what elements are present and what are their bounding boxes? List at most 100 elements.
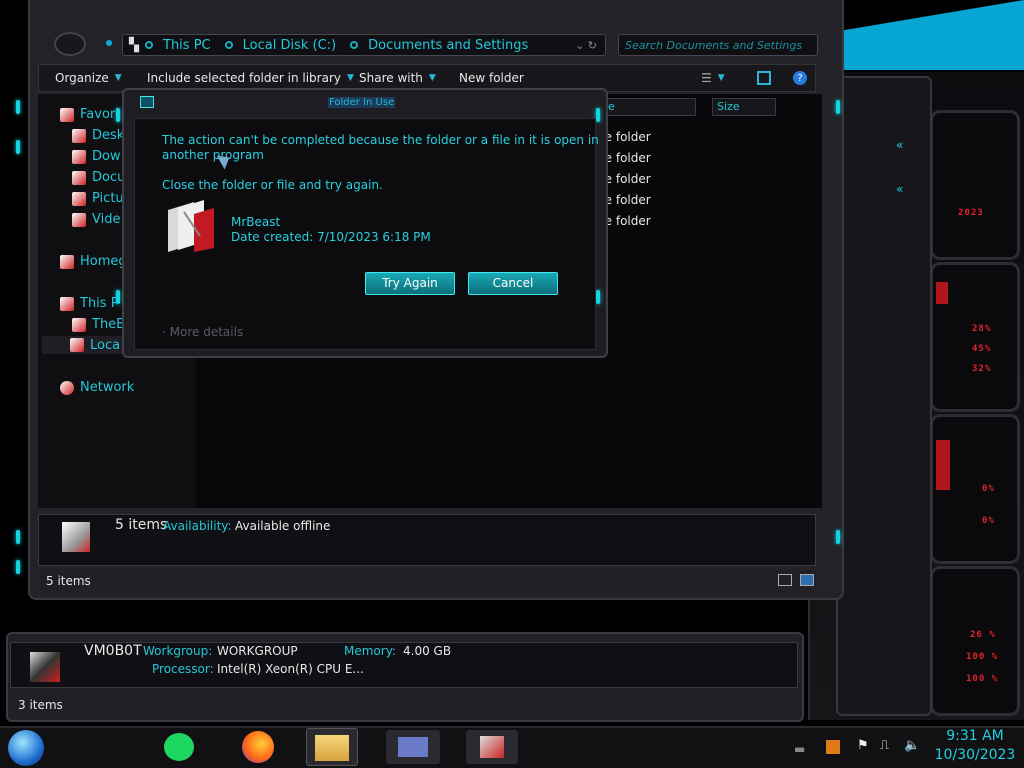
status-bar: 3 items bbox=[10, 694, 798, 716]
column-header-type[interactable]: pe bbox=[596, 98, 696, 116]
nav-documents[interactable]: Docu bbox=[72, 170, 125, 185]
file-name: MrBeast bbox=[231, 215, 281, 229]
volume-icon[interactable]: 🔈 bbox=[904, 738, 920, 753]
desktop-icon bbox=[72, 128, 86, 143]
details-availability-label: Availability: bbox=[163, 519, 232, 533]
nav-label: This P bbox=[80, 296, 119, 311]
new-folder-label: New folder bbox=[459, 71, 524, 85]
more-details-label: More details bbox=[169, 325, 244, 339]
gadget-panel bbox=[930, 110, 1020, 260]
file-date: Date created: 7/10/2023 6:18 PM bbox=[231, 230, 431, 244]
nav-this-pc[interactable]: This P bbox=[60, 296, 119, 311]
control-panel-icon bbox=[398, 737, 428, 757]
network-icon bbox=[60, 380, 74, 395]
download-icon bbox=[72, 149, 86, 164]
status-bar: 5 items bbox=[38, 570, 816, 592]
try-again-button[interactable]: Try Again bbox=[365, 272, 455, 295]
firefox-icon[interactable] bbox=[242, 731, 274, 763]
status-text: 3 items bbox=[18, 698, 63, 712]
clock-time[interactable]: 9:31 AM bbox=[928, 728, 1022, 744]
nav-favorites[interactable]: Favori bbox=[60, 107, 119, 122]
chevron-down-icon: ▼ bbox=[717, 73, 725, 83]
chevron-icon: · bbox=[162, 325, 166, 339]
cancel-button[interactable]: Cancel bbox=[468, 272, 558, 295]
refresh-icon[interactable]: ⌄ ↻ bbox=[575, 39, 597, 52]
processor-label: Processor: bbox=[152, 662, 214, 676]
memory-label: Memory: bbox=[344, 644, 396, 658]
background-window bbox=[836, 76, 932, 716]
nav-label: Desk bbox=[92, 128, 125, 143]
computer-icon bbox=[30, 652, 60, 682]
window-accent bbox=[596, 108, 600, 122]
action-center-flag-icon[interactable]: ⚑ bbox=[857, 738, 869, 753]
folder-icon bbox=[315, 735, 349, 761]
show-hidden-icons-icon[interactable]: ▬ bbox=[794, 742, 805, 756]
more-details-toggle[interactable]: · More details bbox=[162, 325, 243, 339]
workgroup-label: Workgroup: bbox=[143, 644, 213, 658]
network-tray-icon[interactable]: ⎍ bbox=[880, 738, 889, 753]
java-tray-icon[interactable] bbox=[826, 740, 840, 754]
organize-button[interactable]: Organize ▼ bbox=[55, 71, 122, 85]
gadget-graph bbox=[936, 440, 950, 490]
window-accent bbox=[16, 530, 20, 544]
nav-label: Favori bbox=[80, 107, 119, 122]
folder-thumbnail-icon bbox=[62, 522, 90, 552]
chevron-down-icon: ▼ bbox=[346, 73, 354, 83]
video-icon bbox=[72, 212, 86, 227]
nav-network[interactable]: Network bbox=[60, 380, 134, 395]
address-bar[interactable]: ▚ This PC Local Disk (C:) Documents and … bbox=[122, 34, 606, 56]
breadcrumb-local-disk[interactable]: Local Disk (C:) bbox=[224, 38, 336, 53]
details-count: 5 items bbox=[115, 517, 168, 533]
alien-app-taskbar-button[interactable] bbox=[466, 730, 518, 764]
folder-thumbnail-icon bbox=[164, 200, 216, 252]
large-icons-view-icon[interactable] bbox=[800, 574, 814, 586]
forward-dot-icon[interactable] bbox=[106, 40, 112, 46]
view-options-icon[interactable]: ☰ ▼ bbox=[701, 71, 725, 85]
breadcrumb-label: Documents and Settings bbox=[368, 37, 529, 53]
search-input[interactable]: Search Documents and Settings bbox=[618, 34, 818, 56]
breadcrumb-this-pc[interactable]: This PC bbox=[145, 38, 211, 53]
details-availability-value: Available offline bbox=[235, 519, 331, 533]
nav-desktop[interactable]: Desk bbox=[72, 128, 124, 143]
window-accent bbox=[16, 100, 20, 114]
start-button[interactable] bbox=[8, 730, 44, 766]
breadcrumb-label: This PC bbox=[163, 37, 211, 53]
nav-videos[interactable]: Vide bbox=[72, 212, 120, 227]
star-icon bbox=[60, 107, 74, 122]
nav-homegroup[interactable]: Homeg bbox=[60, 254, 127, 269]
nav-drive[interactable]: TheB bbox=[72, 317, 125, 332]
details-view-icon[interactable] bbox=[778, 574, 792, 586]
spotify-icon[interactable] bbox=[164, 733, 194, 761]
gadget-panel bbox=[930, 566, 1020, 716]
nav-label: Loca bbox=[90, 337, 121, 353]
file-explorer-taskbar-button[interactable] bbox=[306, 728, 358, 766]
workgroup-value: WORKGROUP bbox=[217, 644, 298, 658]
gadget-readout: 100 % bbox=[966, 652, 999, 662]
gadget-readout: 0% bbox=[982, 516, 995, 526]
nav-downloads[interactable]: Dow bbox=[72, 149, 121, 164]
gadget-readout: 0% bbox=[982, 484, 995, 494]
clock-date[interactable]: 10/30/2023 bbox=[928, 747, 1022, 763]
homegroup-icon bbox=[60, 254, 74, 269]
column-header-size[interactable]: Size bbox=[712, 98, 776, 116]
organize-label: Organize bbox=[55, 71, 109, 85]
computer-icon bbox=[60, 296, 74, 311]
help-icon[interactable]: ? bbox=[793, 71, 807, 85]
preview-pane-icon[interactable] bbox=[757, 71, 771, 85]
breadcrumb-documents[interactable]: Documents and Settings bbox=[350, 38, 528, 53]
desktop: 2023 28% 45% 32% 0% 0% 26 % 100 % 100 % … bbox=[0, 0, 1024, 768]
drive-icon bbox=[72, 317, 86, 332]
share-with-button[interactable]: Share with ▼ bbox=[359, 71, 436, 85]
new-folder-button[interactable]: New folder bbox=[459, 71, 524, 85]
include-label: Include selected folder in library bbox=[147, 71, 341, 85]
folder-icon: ▚ bbox=[129, 37, 139, 53]
include-library-button[interactable]: Include selected folder in library ▼ bbox=[147, 71, 354, 85]
gadget-readout: 45% bbox=[972, 344, 992, 354]
chevron-down-icon: ▼ bbox=[428, 73, 436, 83]
back-button[interactable] bbox=[54, 32, 86, 56]
separator-icon bbox=[145, 41, 153, 49]
system-properties-taskbar-button[interactable] bbox=[386, 730, 440, 764]
chevron-left-icon[interactable]: « bbox=[896, 138, 903, 152]
chevron-left-icon[interactable]: « bbox=[896, 182, 903, 196]
nav-pictures[interactable]: Pictu bbox=[72, 191, 124, 206]
